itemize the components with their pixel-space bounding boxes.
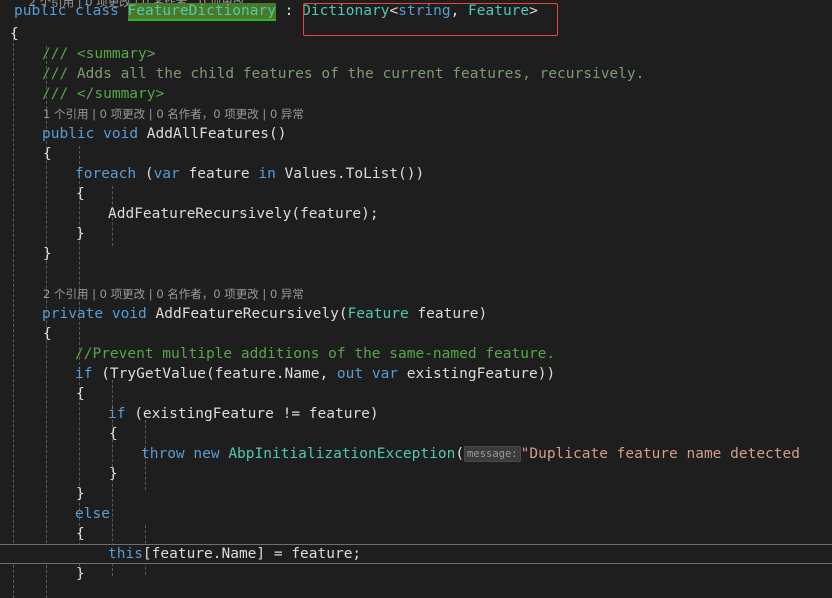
line-throw-exception[interactable]: throw new AbpInitializationException(mes… [0, 444, 832, 464]
brace-open: { [43, 326, 52, 342]
doc-tag-summary-close: </summary> [76, 86, 165, 102]
call-add-feature-recursively[interactable]: AddFeatureRecursively(feature); [108, 206, 379, 222]
keyword-else: else [75, 506, 110, 522]
line-inner-if-close-brace[interactable]: } [0, 464, 832, 484]
brace-close: } [76, 486, 85, 502]
line-doc-summary-open[interactable]: /// <summary> [0, 44, 832, 64]
doc-summary-text: Adds all the child features of the curre… [76, 66, 645, 82]
code-editor[interactable]: 2 个引用 | 0 项更改 | 0 名作者，0 项更改 public class… [0, 0, 832, 598]
keyword-var: var [371, 366, 399, 382]
keyword-void: void [103, 126, 139, 142]
codelens-add-feature-recursively[interactable]: 2 个引用 | 0 项更改 | 0 名作者，0 项更改 | 0 异常 [0, 284, 832, 304]
keyword-class: class [75, 3, 119, 19]
codelens-add-all-features-label[interactable]: 1 个引用 | 0 项更改 | 0 名作者，0 项更改 | 0 异常 [0, 107, 304, 121]
line-else-close-brace[interactable]: } [0, 564, 832, 584]
line-else-open-brace[interactable]: { [0, 524, 832, 544]
line-else[interactable]: else [0, 504, 832, 524]
line-if-close-brace[interactable]: } [0, 484, 832, 504]
keyword-throw: throw [141, 446, 185, 462]
doc-slashes: /// [42, 66, 77, 82]
codelens-add-all-features[interactable]: 1 个引用 | 0 项更改 | 0 名作者，0 项更改 | 0 异常 [0, 104, 832, 124]
generic-open: < [389, 3, 399, 19]
keyword-if: if [108, 406, 126, 422]
codelens-add-feature-recursively-label[interactable]: 2 个引用 | 0 项更改 | 0 名作者，0 项更改 | 0 异常 [0, 287, 304, 301]
line-comment-prevent[interactable]: //Prevent multiple additions of the same… [0, 344, 832, 364]
brace-open: { [109, 426, 118, 442]
doc-slashes: /// [42, 86, 77, 102]
type-string: string [398, 3, 451, 19]
line-foreach-close-brace[interactable]: } [0, 224, 832, 244]
doc-tag-summary-open: <summary> [76, 46, 156, 62]
identifier-feature-dictionary[interactable]: FeatureDictionary [127, 3, 276, 21]
line-call-add-feature-recursively[interactable]: AddFeatureRecursively(feature); [0, 204, 832, 224]
param-type-feature: Feature [347, 306, 409, 322]
line-if-trygetvalue[interactable]: if (TryGetValue(feature.Name, out var ex… [0, 364, 832, 384]
keyword-out: out [336, 366, 364, 382]
param-name-feature[interactable]: feature) [409, 306, 487, 322]
generic-close: > [529, 3, 538, 19]
method-name-add-feature-recursively[interactable]: AddFeatureRecursively( [156, 306, 348, 322]
line-method-close-brace[interactable]: } [0, 244, 832, 264]
line-class-open-brace[interactable]: { [0, 24, 832, 44]
brace-close: } [76, 566, 85, 582]
brace-open: { [10, 26, 19, 42]
type-abp-initialization-exception: AbpInitializationException [228, 446, 456, 462]
call-trygetvalue[interactable]: (TryGetValue(feature.Name, [92, 366, 336, 382]
colon-separator: : [275, 3, 303, 19]
line-blank[interactable] [0, 264, 832, 284]
keyword-in: in [258, 166, 276, 182]
line-method-add-all-features[interactable]: public void AddAllFeatures() [0, 124, 832, 144]
line-trailing-blank[interactable] [0, 584, 832, 598]
foreach-paren-open: ( [136, 166, 154, 182]
brace-open: { [76, 386, 85, 402]
brace-open: { [76, 526, 85, 542]
keyword-this: this [108, 546, 143, 562]
keyword-public: public [14, 3, 67, 19]
expression-values-tolist[interactable]: Values.ToList()) [276, 166, 425, 182]
doc-slashes: /// [42, 46, 77, 62]
line-foreach[interactable]: foreach (var feature in Values.ToList()) [0, 164, 832, 184]
line-if-open-brace[interactable]: { [0, 384, 832, 404]
keyword-void: void [111, 306, 147, 322]
expression-existing-compare[interactable]: (existingFeature != feature) [125, 406, 378, 422]
this-indexer-assignment[interactable]: [feature.Name] = feature; [143, 546, 361, 562]
identifier-existing-feature[interactable]: existingFeature)) [398, 366, 555, 382]
line-if-existing-compare[interactable]: if (existingFeature != feature) [0, 404, 832, 424]
keyword-private: private [42, 306, 104, 322]
generic-comma: , [450, 3, 469, 19]
identifier-feature[interactable]: feature [180, 166, 259, 182]
string-duplicate-feature-name[interactable]: "Duplicate feature name detected [521, 446, 800, 462]
type-feature: Feature [468, 3, 530, 19]
keyword-new: new [193, 446, 220, 462]
brace-open: { [76, 186, 85, 202]
keyword-if: if [75, 366, 93, 382]
line-method-open-brace[interactable]: { [0, 144, 832, 164]
line-method2-open-brace[interactable]: { [0, 324, 832, 344]
type-dictionary: Dictionary [302, 3, 390, 19]
line-doc-summary-text[interactable]: /// Adds all the child features of the c… [0, 64, 832, 84]
line-method-add-feature-recursively[interactable]: private void AddFeatureRecursively(Featu… [0, 304, 832, 324]
paren-open: ( [455, 446, 465, 462]
keyword-public: public [42, 126, 95, 142]
brace-close: } [43, 246, 52, 262]
keyword-foreach: foreach [75, 166, 137, 182]
line-inner-if-open-brace[interactable]: { [0, 424, 832, 444]
line-foreach-open-brace[interactable]: { [0, 184, 832, 204]
line-doc-summary-close[interactable]: /// </summary> [0, 84, 832, 104]
brace-close: } [76, 226, 85, 242]
line-class-declaration[interactable]: public class FeatureDictionary : Diction… [0, 0, 832, 24]
brace-close: } [109, 466, 118, 482]
comment-prevent-duplicates: //Prevent multiple additions of the same… [75, 346, 556, 362]
brace-open: { [43, 146, 52, 162]
keyword-var: var [153, 166, 180, 182]
method-name-add-all-features[interactable]: AddAllFeatures() [147, 126, 287, 142]
inline-parameter-hint-message[interactable]: message: [464, 446, 521, 462]
line-current-this-assignment[interactable]: this[feature.Name] = feature; [0, 544, 832, 564]
